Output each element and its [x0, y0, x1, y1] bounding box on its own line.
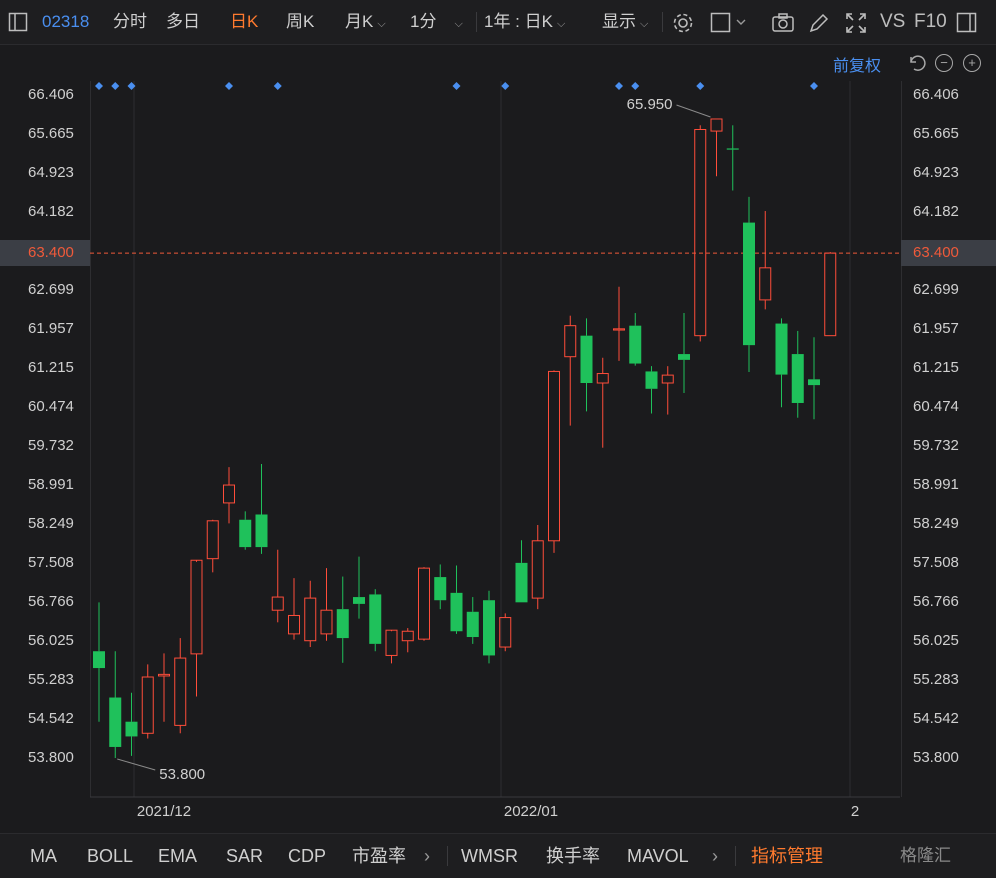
- tab-monthly-k[interactable]: 月K ⌵: [345, 11, 386, 35]
- top-toolbar: 02318 分时 多日 日K 周K 月K ⌵ 1分 ⌵ 1年 : 日K ⌵ 显示 ⌵ V…: [0, 0, 996, 45]
- y-tick-label: 59.732: [28, 437, 74, 454]
- tab-daily-k[interactable]: 日K: [230, 11, 258, 33]
- chevron-right-icon[interactable]: ›: [712, 846, 718, 866]
- y-tick-label: 61.215: [28, 359, 74, 376]
- y-tick-label: 64.182: [28, 202, 74, 220]
- y-tick-label: 57.508: [28, 553, 74, 571]
- y-tick-label: 64.923: [913, 163, 959, 181]
- chevron-down-icon: ⌵: [454, 18, 463, 30]
- stock-code[interactable]: 02318: [42, 11, 89, 33]
- watermark-logo: 格隆汇: [900, 846, 951, 865]
- y-tick-label: 58.249: [913, 515, 959, 532]
- indicator-wmsr[interactable]: WMSR: [461, 846, 518, 866]
- pencil-draw-icon[interactable]: [808, 12, 830, 40]
- vs-compare-button[interactable]: VS: [880, 11, 905, 33]
- display-menu-label: 显示: [602, 12, 636, 31]
- range-select[interactable]: 1年 : 日K ⌵: [484, 11, 565, 35]
- layout-select-icon[interactable]: [710, 12, 750, 40]
- y-tick-label: 58.991: [913, 475, 959, 493]
- indicator-sar[interactable]: SAR: [226, 846, 263, 866]
- y-tick-label: 55.283: [913, 671, 959, 688]
- zoom-in-icon[interactable]: +: [963, 54, 981, 72]
- tab-weekly-k[interactable]: 周K: [286, 11, 314, 33]
- range-select-value: 1年 : 日K: [484, 12, 553, 31]
- divider: [476, 12, 477, 32]
- adjust-mode-button[interactable]: 前复权: [833, 52, 881, 76]
- zoom-out-icon[interactable]: −: [935, 54, 953, 72]
- chevron-down-icon: ⌵: [377, 18, 386, 30]
- indicator-turnover[interactable]: 换手率: [546, 846, 600, 866]
- settings-gear-icon[interactable]: [672, 12, 694, 40]
- tab-minute[interactable]: 1分 ⌵: [410, 11, 463, 35]
- fullscreen-icon[interactable]: [845, 12, 867, 40]
- y-tick-label: 55.283: [28, 671, 74, 688]
- y-tick-label: 54.542: [913, 709, 959, 727]
- indicator-boll[interactable]: BOLL: [87, 846, 133, 866]
- current-price-tag-right: 63.400: [901, 240, 996, 266]
- divider: [447, 846, 448, 866]
- indicator-cdp[interactable]: CDP: [288, 846, 326, 866]
- y-tick-label: 64.923: [28, 163, 74, 181]
- f10-button[interactable]: F10: [914, 11, 947, 33]
- tab-minute-label: 1分: [410, 12, 437, 31]
- divider: [735, 846, 736, 866]
- chevron-down-icon: ⌵: [556, 18, 566, 30]
- sidebar-toggle-icon[interactable]: [8, 12, 28, 38]
- y-tick-label: 65.665: [28, 124, 74, 142]
- y-tick-label: 57.508: [913, 553, 959, 571]
- y-tick-label: 53.800: [913, 749, 959, 766]
- y-tick-label: 54.542: [28, 709, 74, 727]
- kline-plot-area[interactable]: [90, 81, 902, 797]
- indicator-ema[interactable]: EMA: [158, 846, 197, 866]
- tab-monthly-k-label: 月K: [345, 12, 374, 31]
- y-tick-label: 56.025: [28, 631, 74, 649]
- y-tick-label: 53.800: [28, 749, 74, 766]
- y-tick-label: 64.182: [913, 202, 959, 220]
- x-tick-label: 2022/01: [504, 803, 558, 820]
- y-tick-label: 65.665: [913, 124, 959, 142]
- y-tick-label: 62.699: [913, 280, 959, 298]
- y-tick-label: 59.732: [913, 437, 959, 454]
- indicator-ma[interactable]: MA: [30, 846, 57, 866]
- indicator-pe[interactable]: 市盈率: [352, 846, 406, 866]
- y-tick-label: 62.699: [28, 280, 74, 298]
- y-tick-label: 56.025: [913, 631, 959, 649]
- undo-icon[interactable]: [906, 53, 926, 78]
- y-tick-label: 60.474: [28, 397, 74, 415]
- y-tick-label: 66.406: [28, 86, 74, 103]
- indicator-bar: MA BOLL EMA SAR CDP 市盈率 › WMSR 换手率 MAVOL…: [0, 833, 996, 878]
- tab-intraday[interactable]: 分时: [113, 11, 147, 33]
- y-tick-label: 61.215: [913, 359, 959, 376]
- y-tick-label: 60.474: [913, 397, 959, 415]
- x-tick-label: 2: [851, 803, 859, 820]
- divider: [662, 12, 663, 32]
- y-tick-label: 61.957: [913, 319, 959, 337]
- tab-multi-day[interactable]: 多日: [166, 11, 200, 33]
- x-tick-label: 2021/12: [137, 803, 191, 820]
- display-menu[interactable]: 显示 ⌵: [602, 11, 648, 35]
- y-tick-label: 58.249: [28, 515, 74, 532]
- y-tick-label: 56.766: [913, 593, 959, 610]
- current-price-tag-left: 63.400: [0, 240, 90, 266]
- y-tick-label: 66.406: [913, 86, 959, 103]
- y-tick-label: 58.991: [28, 475, 74, 493]
- y-tick-label: 56.766: [28, 593, 74, 610]
- indicator-mavol[interactable]: MAVOL: [627, 846, 689, 866]
- panel-toggle-icon[interactable]: [956, 12, 978, 40]
- chevron-down-icon: ⌵: [640, 18, 649, 30]
- indicator-manage-button[interactable]: 指标管理: [751, 846, 823, 866]
- chevron-right-icon[interactable]: ›: [424, 846, 430, 866]
- camera-icon[interactable]: [771, 12, 795, 40]
- y-tick-label: 61.957: [28, 319, 74, 337]
